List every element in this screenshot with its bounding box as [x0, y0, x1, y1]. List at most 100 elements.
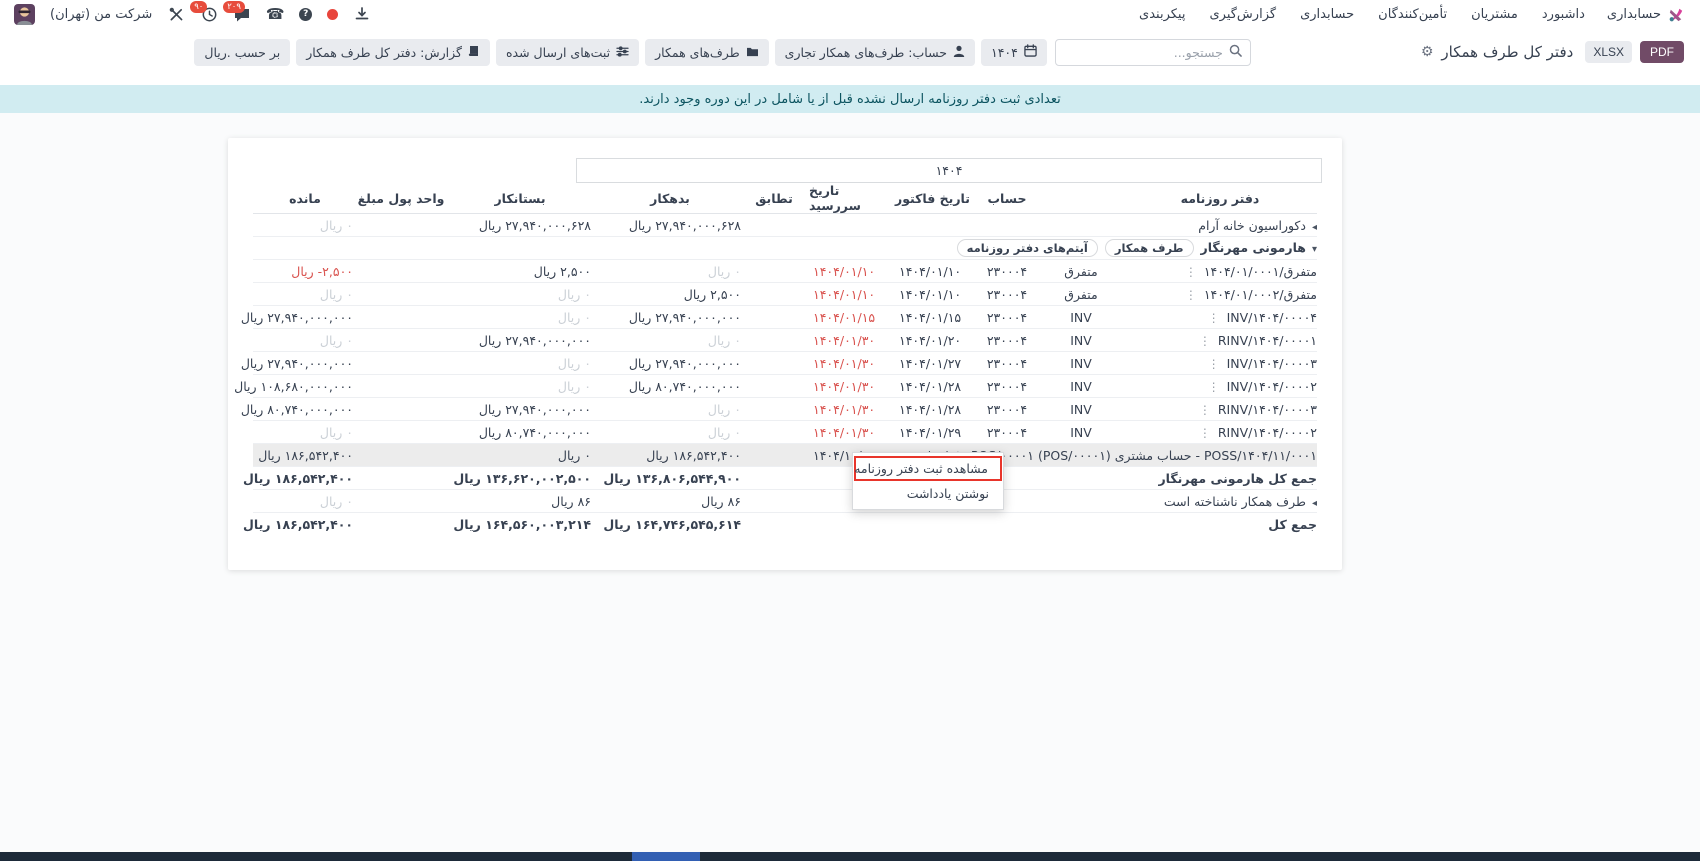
- ledger-total-row[interactable]: جمع کل۱۶۴,۷۴۶,۵۴۵,۶۱۴ ریال۱۶۴,۵۶۰,۰۰۳,۲۱…: [253, 513, 1317, 536]
- menu-vendors[interactable]: تأمین‌کنندگان: [1378, 7, 1447, 22]
- ledger-entry-row[interactable]: INV/۱۴۰۴/۰۰۰۰۳⋮INV۲۳۰۰۰۴۱۴۰۴/۰۱/۲۷۱۴۰۴/۰…: [253, 352, 1317, 375]
- cell-currency: [357, 490, 445, 513]
- cell-due-date: ۱۴۰۴/۰۱/۳۰: [803, 329, 889, 352]
- column-header-balance[interactable]: مانده: [253, 183, 357, 214]
- search-input[interactable]: [1064, 45, 1223, 60]
- ledger-entry-row[interactable]: متفرق/۱۴۰۴/۰۱/۰۰۰۲⋮متفرق۲۳۰۰۰۴۱۴۰۴/۰۱/۱۰…: [253, 283, 1317, 306]
- cell-journal: INV: [1039, 306, 1123, 329]
- filter-buttons: ۱۴۰۴ حساب: طرف‌های همکار تجاری طرف‌های ه…: [194, 39, 1046, 66]
- menu-reporting[interactable]: گزارش‌گیری: [1209, 7, 1276, 22]
- kebab-menu-icon[interactable]: ⋮: [1185, 288, 1197, 302]
- column-header-due-date[interactable]: تاریخ سررسید: [803, 183, 889, 214]
- cell-name: INV/۱۴۰۴/۰۰۰۰۲⋮: [1123, 375, 1317, 398]
- kebab-menu-icon[interactable]: ⋮: [1199, 334, 1211, 348]
- account-filter-button[interactable]: حساب: طرف‌های همکار تجاری: [775, 39, 975, 66]
- caret-collapsed-icon[interactable]: ◂: [1312, 222, 1317, 233]
- posted-entries-filter-button[interactable]: ثبت‌های ارسال شده: [496, 39, 639, 66]
- cell-due-date: [803, 214, 889, 237]
- cell-credit: ۰ ریال: [445, 444, 595, 467]
- main-menu: داشبورد مشتریان تأمین‌کنندگان حسابداری گ…: [1139, 7, 1585, 22]
- menu-accounting[interactable]: حسابداری: [1300, 7, 1354, 22]
- caret-collapsed-icon[interactable]: ◂: [1312, 498, 1317, 509]
- messages-icon[interactable]: ۲۰۹: [233, 6, 251, 22]
- kebab-menu-icon[interactable]: ⋮: [1208, 357, 1220, 371]
- app-switcher[interactable]: حسابداری: [1607, 5, 1686, 24]
- ledger-entry-row[interactable]: INV/۱۴۰۴/۰۰۰۰۴⋮INV۲۳۰۰۰۴۱۴۰۴/۰۱/۱۵۱۴۰۴/۰…: [253, 306, 1317, 329]
- activity-badge: ۹۰: [190, 1, 207, 13]
- ledger-entry-row[interactable]: RINV/۱۴۰۴/۰۰۰۰۳⋮INV۲۳۰۰۰۴۱۴۰۴/۰۱/۲۸۱۴۰۴/…: [253, 398, 1317, 421]
- help-icon[interactable]: ?: [299, 8, 312, 21]
- cell-journal: متفرق: [1039, 283, 1123, 306]
- cell-currency: [357, 398, 445, 421]
- record-icon[interactable]: [327, 9, 338, 20]
- ledger-entry-row[interactable]: RINV/۱۴۰۴/۰۰۰۰۱⋮INV۲۳۰۰۰۴۱۴۰۴/۰۱/۲۰۱۴۰۴/…: [253, 329, 1317, 352]
- ledger-total-row[interactable]: جمع کل هارمونی مهرنگار۱۳۶,۸۰۶,۵۴۴,۹۰۰ ری…: [253, 467, 1317, 490]
- book-icon: [468, 45, 480, 60]
- cell-balance: ۲۷,۹۴۰,۰۰۰,۰۰۰ ریال: [253, 352, 357, 375]
- kebab-menu-icon[interactable]: ⋮: [1199, 403, 1211, 417]
- caret-down-icon[interactable]: ▾: [1312, 244, 1317, 255]
- company-switcher[interactable]: شرکت من (تهران): [50, 7, 152, 22]
- download-icon[interactable]: [353, 6, 371, 22]
- gear-icon[interactable]: ⚙: [1421, 44, 1434, 60]
- row-label: INV/۱۴۰۴/۰۰۰۰۳: [1227, 356, 1317, 371]
- menu-configuration[interactable]: پیکربندی: [1139, 7, 1185, 22]
- phone-icon[interactable]: ☎: [266, 6, 284, 22]
- column-header-credit[interactable]: بستانکار: [445, 183, 595, 214]
- ledger-partner-row[interactable]: ◂طرف همکار ناشناخته است۸۶ ریال۸۶ ریال۰ ر…: [253, 490, 1317, 513]
- ledger-entry-row[interactable]: INV/۱۴۰۴/۰۰۰۰۲⋮INV۲۳۰۰۰۴۱۴۰۴/۰۱/۲۸۱۴۰۴/۰…: [253, 375, 1317, 398]
- year-group-header[interactable]: ۱۴۰۴: [576, 158, 1322, 183]
- user-icon: [953, 45, 965, 60]
- cell-currency: [357, 260, 445, 283]
- column-header-invoice-date[interactable]: تاریخ فاکتور: [889, 183, 975, 214]
- cell-credit: ۱۳۶,۶۲۰,۰۰۲,۵۰۰ ریال: [445, 467, 595, 490]
- column-header-matching[interactable]: تطابق: [745, 183, 803, 214]
- cell-debit: ۸۰,۷۴۰,۰۰۰,۰۰۰ ریال: [595, 375, 745, 398]
- currency-filter-button[interactable]: بر حسب .ریال: [194, 39, 290, 66]
- avatar[interactable]: [14, 4, 35, 25]
- cell-credit: [445, 237, 595, 260]
- cell-credit: ۰ ریال: [445, 306, 595, 329]
- search-box[interactable]: [1055, 39, 1251, 66]
- column-header-debit[interactable]: بدهکار: [595, 183, 745, 214]
- export-xlsx-button[interactable]: XLSX: [1585, 41, 1632, 63]
- cell-journal: INV: [1039, 421, 1123, 444]
- kebab-menu-icon[interactable]: ⋮: [1185, 265, 1197, 279]
- cell-debit: ۰ ریال: [595, 421, 745, 444]
- menu-item-annotate[interactable]: نوشتن یادداشت: [853, 481, 1003, 506]
- banner-text: تعدادی ثبت دفتر روزنامه ارسال نشده قبل ا…: [639, 92, 1060, 107]
- partners-filter-button[interactable]: طرف‌های همکار: [645, 39, 769, 66]
- cell-name: INV/۱۴۰۴/۰۰۰۰۳ ⋮: [1123, 352, 1317, 375]
- column-header-journal-entry[interactable]: دفتر روزنامه: [1123, 183, 1317, 214]
- cell-due-date: ۱۴۰۴/۰۱/۱۰: [803, 283, 889, 306]
- menu-dashboard[interactable]: داشبورد: [1542, 7, 1585, 22]
- cell-due-date: [803, 513, 889, 536]
- ledger-entry-row[interactable]: متفرق/۱۴۰۴/۰۱/۰۰۰۱⋮متفرق۲۳۰۰۰۴۱۴۰۴/۰۱/۱۰…: [253, 260, 1317, 283]
- kebab-menu-icon[interactable]: ⋮: [1208, 311, 1220, 325]
- ledger-partner-row[interactable]: ▾هارمونی مهرنگارطرف همکارآیتم‌های دفتر ر…: [253, 237, 1317, 260]
- filter-tag[interactable]: آیتم‌های دفتر روزنامه: [957, 239, 1098, 257]
- row-label: متفرق/۱۴۰۴/۰۱/۰۰۰۲: [1204, 287, 1317, 302]
- cell-balance: ۱۸۶,۵۴۲,۴۰۰ ریال: [253, 513, 357, 536]
- ledger-entry-row[interactable]: RINV/۱۴۰۴/۰۰۰۰۲⋮INV۲۳۰۰۰۴۱۴۰۴/۰۱/۲۹۱۴۰۴/…: [253, 421, 1317, 444]
- cell-debit: ۰ ریال: [595, 398, 745, 421]
- export-pdf-button[interactable]: PDF: [1640, 41, 1684, 63]
- cell-debit: ۸۶ ریال: [595, 490, 745, 513]
- ledger-entry-row[interactable]: POSS/۱۴۰۴/۱۱/۰۰۰۱ - حساب مشتری POS/۰۰۰۰۱…: [253, 444, 1317, 467]
- activities-icon[interactable]: ۹۰: [200, 6, 218, 22]
- ledger-partner-row[interactable]: ◂دکوراسیون خانه آرام۲۷,۹۴۰,۰۰۰,۶۲۸ ریال۲…: [253, 214, 1317, 237]
- kebab-menu-icon[interactable]: ⋮: [1208, 380, 1220, 394]
- filter-tag[interactable]: طرف همکار: [1105, 239, 1194, 257]
- cell-currency: [357, 237, 445, 260]
- date-filter-button[interactable]: ۱۴۰۴: [981, 39, 1047, 66]
- cell-balance: ‎-۲,۵۰۰ ریال: [253, 260, 357, 283]
- tools-icon[interactable]: [167, 6, 185, 22]
- column-header-amount-currency[interactable]: واحد پول مبلغ: [357, 183, 445, 214]
- column-header-account[interactable]: حساب: [975, 183, 1039, 214]
- menu-item-view-journal-entry[interactable]: مشاهده ثبت دفتر روزنامه: [854, 456, 1002, 481]
- folder-icon: [746, 45, 759, 60]
- cell-debit: ۰ ریال: [595, 329, 745, 352]
- report-filter-button[interactable]: گزارش: دفتر کل طرف همکار: [296, 39, 490, 66]
- menu-customers[interactable]: مشتریان: [1471, 7, 1518, 22]
- kebab-menu-icon[interactable]: ⋮: [1199, 426, 1211, 440]
